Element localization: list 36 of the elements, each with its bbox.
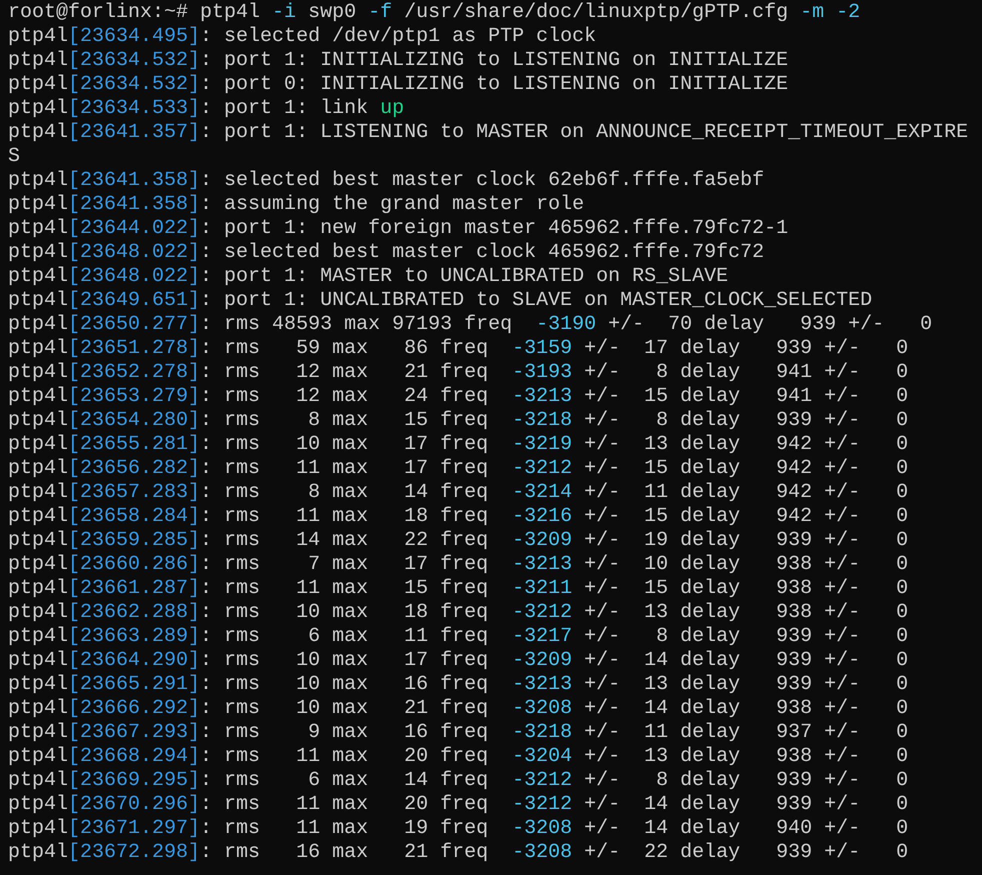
terminal-line: ptp4l[23661.287]: rms 11 max 15 freq -3211 +/- 15 delay 938 +/- 0: [8, 577, 908, 601]
terminal-line: ptp4l[23655.281]: rms 10 max 17 freq -3219 +/- 13 delay 942 +/- 0: [8, 433, 908, 457]
terminal-line: ptp4l[23634.532]: port 1: INITIALIZING to LISTENING on INITIALIZE: [8, 49, 788, 73]
terminal-line: ptp4l[23666.292]: rms 10 max 21 freq -3208 +/- 14 delay 938 +/- 0: [8, 697, 908, 721]
terminal-line: ptp4l[23651.278]: rms 59 max 86 freq -3159 +/- 17 delay 939 +/- 0: [8, 337, 908, 361]
terminal-line: ptp4l[23656.282]: rms 11 max 17 freq -3212 +/- 15 delay 942 +/- 0: [8, 457, 908, 481]
terminal-line: S: [8, 145, 20, 169]
terminal-line: ptp4l[23658.284]: rms 11 max 18 freq -3216 +/- 15 delay 942 +/- 0: [8, 505, 908, 529]
terminal-line: ptp4l[23648.022]: selected best master clock 465962.fffe.79fc72: [8, 241, 764, 265]
terminal-line: ptp4l[23653.279]: rms 12 max 24 freq -3213 +/- 15 delay 941 +/- 0: [8, 385, 908, 409]
terminal-line: ptp4l[23634.533]: port 1: link up: [8, 97, 404, 121]
terminal-line: ptp4l[23644.022]: port 1: new foreign master 465962.fffe.79fc72-1: [8, 217, 788, 241]
terminal-line: ptp4l[23671.297]: rms 11 max 19 freq -3208 +/- 14 delay 940 +/- 0: [8, 817, 908, 841]
terminal-line: ptp4l[23641.357]: port 1: LISTENING to MASTER on ANNOUNCE_RECEIPT_TIMEOUT_EXPIRE: [8, 121, 968, 145]
terminal-line: ptp4l[23668.294]: rms 11 max 20 freq -3204 +/- 13 delay 938 +/- 0: [8, 745, 908, 769]
terminal-line: ptp4l[23667.293]: rms 9 max 16 freq -3218 +/- 11 delay 937 +/- 0: [8, 721, 908, 745]
terminal-line: ptp4l[23657.283]: rms 8 max 14 freq -3214 +/- 11 delay 942 +/- 0: [8, 481, 908, 505]
terminal-line: ptp4l[23665.291]: rms 10 max 16 freq -3213 +/- 13 delay 939 +/- 0: [8, 673, 908, 697]
terminal-line: ptp4l[23669.295]: rms 6 max 14 freq -3212 +/- 8 delay 939 +/- 0: [8, 769, 908, 793]
terminal-line: ptp4l[23654.280]: rms 8 max 15 freq -3218 +/- 8 delay 939 +/- 0: [8, 409, 908, 433]
terminal-line: ptp4l[23663.289]: rms 6 max 11 freq -3217 +/- 8 delay 939 +/- 0: [8, 625, 908, 649]
terminal-line: ptp4l[23641.358]: assuming the grand master role: [8, 193, 584, 217]
terminal-line: ptp4l[23672.298]: rms 16 max 21 freq -3208 +/- 22 delay 939 +/- 0: [8, 841, 908, 865]
terminal-line: ptp4l[23652.278]: rms 12 max 21 freq -3193 +/- 8 delay 941 +/- 0: [8, 361, 908, 385]
terminal-line: ptp4l[23650.277]: rms 48593 max 97193 freq -3190 +/- 70 delay 939 +/- 0: [8, 313, 932, 337]
terminal-line: ptp4l[23634.495]: selected /dev/ptp1 as PTP clock: [8, 25, 596, 49]
terminal-line: ptp4l[23660.286]: rms 7 max 17 freq -3213 +/- 10 delay 938 +/- 0: [8, 553, 908, 577]
terminal-line: ptp4l[23664.290]: rms 10 max 17 freq -3209 +/- 14 delay 939 +/- 0: [8, 649, 908, 673]
terminal-line: ptp4l[23662.288]: rms 10 max 18 freq -3212 +/- 13 delay 938 +/- 0: [8, 601, 908, 625]
terminal-line: ptp4l[23634.532]: port 0: INITIALIZING to LISTENING on INITIALIZE: [8, 73, 788, 97]
terminal-line: ptp4l[23670.296]: rms 11 max 20 freq -3212 +/- 14 delay 939 +/- 0: [8, 793, 908, 817]
terminal-line: ptp4l[23648.022]: port 1: MASTER to UNCALIBRATED on RS_SLAVE: [8, 265, 728, 289]
terminal-line: root@forlinx:~# ptp4l -i swp0 -f /usr/share/doc/linuxptp/gPTP.cfg -m -2: [8, 1, 860, 25]
terminal-line: ptp4l[23649.651]: port 1: UNCALIBRATED to SLAVE on MASTER_CLOCK_SELECTED: [8, 289, 872, 313]
terminal-line: ptp4l[23659.285]: rms 14 max 22 freq -3209 +/- 19 delay 939 +/- 0: [8, 529, 908, 553]
terminal-line: ptp4l[23641.358]: selected best master clock 62eb6f.fffe.fa5ebf: [8, 169, 764, 193]
